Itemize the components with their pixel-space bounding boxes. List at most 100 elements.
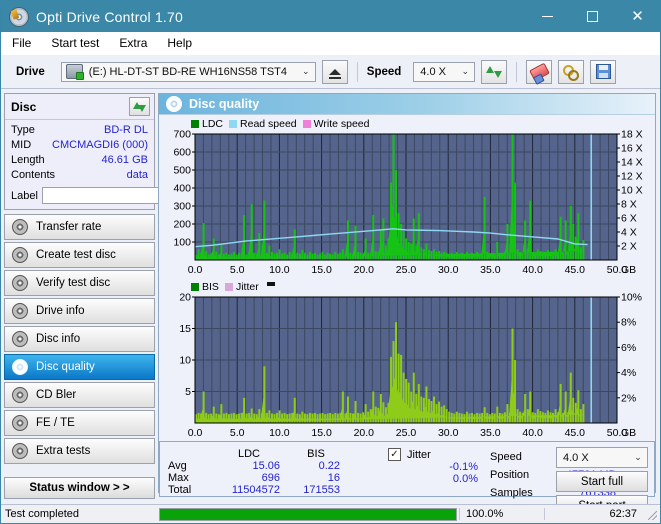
sidebar-item-verify-test-disc[interactable]: Verify test disc [4, 270, 155, 296]
sidebar-item-label: CD Bler [36, 389, 77, 401]
disc-refresh-button[interactable] [129, 97, 150, 116]
disc-icon [12, 331, 28, 347]
resize-grip-icon[interactable] [645, 508, 657, 520]
speed-label: Speed [366, 65, 402, 78]
disc-icon [12, 303, 28, 319]
ldc-chart-svg: 100 200 300 400 500 600 700 2 X 4 X 6 X 8 X 10 X 12 … [173, 130, 643, 276]
svg-text:20: 20 [179, 293, 191, 304]
panel-header: Disc quality [159, 94, 655, 115]
status-window-button[interactable]: Status window > > [4, 477, 155, 499]
page-title: Disc quality [189, 97, 260, 111]
legend-item-read-speed: Read speed [229, 118, 297, 130]
jitter-checkbox[interactable]: ✓ [388, 448, 401, 461]
close-button[interactable]: ✕ [615, 1, 660, 32]
svg-text:25.0: 25.0 [396, 427, 417, 439]
minimize-icon [542, 16, 553, 17]
svg-text:500: 500 [173, 165, 191, 177]
menu-file[interactable]: File [10, 35, 33, 51]
svg-text:15: 15 [179, 323, 191, 335]
disc-row-value: data [126, 169, 148, 181]
svg-text:15.0: 15.0 [311, 264, 332, 276]
sidebar-item-disc-quality[interactable]: Disc quality [4, 354, 155, 380]
menu-start-test[interactable]: Start test [49, 35, 101, 51]
stats-max-bis: 16 [327, 472, 340, 484]
disc-row-type: Type BD-R DL [11, 123, 148, 138]
sidebar-item-label: Drive info [36, 305, 85, 317]
svg-text:30.0: 30.0 [438, 264, 459, 276]
stats-avg-bis: 0.22 [318, 460, 340, 472]
toolbar-divider-1 [356, 61, 358, 82]
disc-row-key: MID [11, 139, 32, 151]
sidebar-item-disc-info[interactable]: Disc info [4, 326, 155, 352]
start-full-button[interactable]: Start full [556, 471, 648, 492]
svg-text:12 X: 12 X [621, 171, 643, 183]
sidebar-item-fe-te[interactable]: FE / TE [4, 410, 155, 436]
stat-key: Position [490, 469, 530, 481]
svg-text:0.0: 0.0 [188, 264, 203, 276]
main-panel: Disc quality LDC Read speed Write speed … [158, 89, 660, 516]
sidebar-item-cd-bler[interactable]: CD Bler [4, 382, 155, 408]
sidebar-item-drive-info[interactable]: Drive info [4, 298, 155, 324]
test-speed-select[interactable]: 4.0 X ⌄ [556, 447, 648, 468]
menu-extra[interactable]: Extra [117, 35, 149, 51]
save-button[interactable] [590, 59, 617, 84]
legend-item-jitter: Jitter [224, 281, 259, 293]
keys-button[interactable] [558, 59, 585, 84]
stat-key: Speed [490, 451, 522, 463]
legend-item-bis: BIS [191, 281, 219, 293]
sidebar-item-label: Extra tests [36, 445, 91, 457]
disc-label-row: Label [11, 186, 246, 205]
bis-chart: 5 10 15 20 2% 4% 6% 8% 10% 0.0 5.0 10.0 15.0 20.0 25.0… [161, 293, 653, 441]
svg-text:5: 5 [185, 386, 191, 398]
speed-select[interactable]: 4.0 X ⌄ [413, 61, 476, 82]
drive-select[interactable]: (E:) HL-DT-ST BD-RE WH16NS58 TST4 ⌄ [60, 61, 316, 82]
legend-item-ldc: LDC [191, 118, 223, 130]
jitter-group: ✓ Jitter -0.1% 0.0% [388, 448, 478, 485]
svg-text:30.0: 30.0 [438, 427, 459, 439]
sidebar-item-label: Transfer rate [36, 221, 102, 233]
elapsed-time: 62:37 [544, 508, 645, 520]
maximize-button[interactable] [570, 1, 615, 32]
legend-label: BIS [202, 280, 219, 293]
save-icon [595, 64, 611, 79]
legend-item-write-speed: Write speed [302, 118, 370, 130]
disc-panel: Disc Type BD-R DL MID CMCMAGDI6 (000) Le… [4, 93, 246, 210]
svg-text:2 X: 2 X [621, 241, 637, 253]
svg-text:35.0: 35.0 [480, 427, 501, 439]
minimize-button[interactable] [525, 1, 570, 32]
sidebar-item-transfer-rate[interactable]: Transfer rate [4, 214, 155, 240]
disc-icon [12, 415, 28, 431]
disc-row-value: CMCMAGDI6 (000) [52, 139, 148, 151]
refresh-icon [133, 101, 146, 113]
erase-button[interactable] [526, 59, 553, 84]
svg-text:10.0: 10.0 [269, 264, 290, 276]
test-speed-value: 4.0 X [563, 451, 589, 464]
svg-text:10.0: 10.0 [269, 427, 290, 439]
sidebar-item-extra-tests[interactable]: Extra tests [4, 438, 155, 464]
legend-swatch [191, 119, 199, 128]
legend-swatch [191, 282, 199, 291]
stat-key: Samples [490, 487, 533, 499]
svg-text:4 X: 4 X [621, 227, 637, 239]
svg-text:10 X: 10 X [621, 185, 643, 197]
svg-text:10%: 10% [621, 293, 642, 304]
eject-button[interactable] [321, 59, 348, 84]
progress-fill [160, 508, 456, 520]
svg-text:40.0: 40.0 [522, 427, 543, 439]
svg-text:25.0: 25.0 [396, 264, 417, 276]
svg-text:8 X: 8 X [621, 199, 637, 211]
status-bar: Test completed 100.0% 62:37 [1, 504, 660, 523]
menu-help[interactable]: Help [165, 35, 194, 51]
refresh-button[interactable] [481, 59, 508, 84]
disc-icon [12, 219, 28, 235]
svg-text:4%: 4% [621, 367, 636, 379]
svg-text:200: 200 [173, 219, 191, 231]
jitter-header: ✓ Jitter [388, 448, 478, 461]
svg-text:GB: GB [621, 264, 636, 276]
disc-panel-header: Disc [5, 94, 154, 120]
sidebar-item-create-test-disc[interactable]: Create test disc [4, 242, 155, 268]
progress-bar [159, 507, 457, 521]
sidebar-nav: Transfer rate Create test disc Verify te… [4, 214, 155, 464]
disc-row-contents: Contents data [11, 168, 148, 183]
disc-icon [12, 247, 28, 263]
